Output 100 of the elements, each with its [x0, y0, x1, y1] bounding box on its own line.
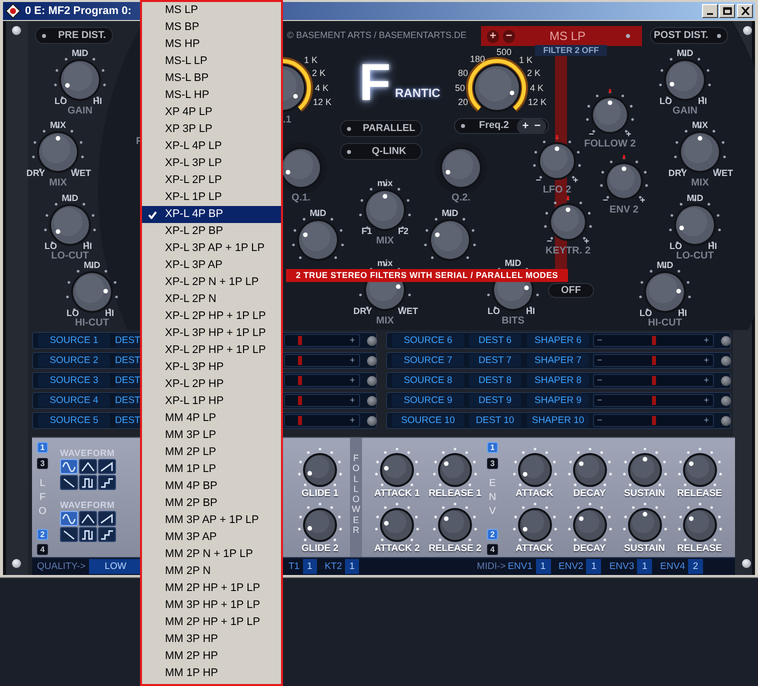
q-link-button[interactable]: Q-LINK — [340, 143, 422, 160]
mod-amount-slider[interactable]: + — [284, 334, 360, 347]
source-selector[interactable]: SOURCE 7 — [392, 354, 464, 367]
shaper-selector[interactable]: SHAPER 7 — [527, 354, 589, 367]
menu-item[interactable]: MM 3P LP — [142, 427, 281, 444]
waveform-button[interactable] — [98, 511, 116, 526]
menu-item[interactable]: XP-L 4P LP — [142, 138, 281, 155]
minus-button[interactable]: − — [533, 120, 542, 132]
destination-selector[interactable]: DEST — [115, 334, 141, 347]
slider-thumb[interactable] — [298, 376, 302, 385]
menu-item[interactable]: MM 2P HP + 1P LP — [142, 580, 281, 597]
destination-selector[interactable]: DEST 10 — [469, 414, 521, 427]
envelope-value[interactable]: 1 — [536, 559, 551, 574]
envelope-value[interactable]: 2 — [688, 559, 703, 574]
destination-selector[interactable]: DEST — [115, 374, 141, 387]
envelope-value[interactable]: 1 — [586, 559, 602, 574]
keytrack-value[interactable]: 1 — [345, 559, 360, 574]
menu-item[interactable]: MM 3P HP + 1P LP — [142, 597, 281, 614]
destination-selector[interactable]: DEST 8 — [469, 374, 521, 387]
waveform-button[interactable] — [98, 459, 116, 474]
slider-thumb[interactable] — [652, 336, 656, 345]
menu-item[interactable]: MS-L LP — [142, 53, 281, 70]
destination-selector[interactable]: DEST 9 — [469, 394, 521, 407]
waveform-button[interactable] — [79, 511, 97, 526]
source-selector[interactable]: SOURCE 10 — [392, 414, 464, 427]
waveform-button[interactable] — [79, 459, 97, 474]
mode-button[interactable]: 3 — [487, 458, 498, 469]
menu-item[interactable]: XP-L 1P HP — [142, 393, 281, 410]
off-button[interactable]: OFF — [548, 283, 594, 298]
mod-amount-slider[interactable]: + — [284, 354, 360, 367]
menu-item[interactable]: MM 1P LP — [142, 461, 281, 478]
menu-item[interactable]: MM 3P AP + 1P LP — [142, 512, 281, 529]
plus-button[interactable]: + — [521, 120, 530, 132]
plus-button[interactable]: + — [487, 30, 499, 42]
waveform-button[interactable] — [60, 527, 78, 542]
menu-item[interactable]: XP-L 2P HP — [142, 376, 281, 393]
slider-thumb[interactable] — [652, 376, 656, 385]
waveform-button[interactable] — [98, 527, 116, 542]
keytrack-value[interactable]: 1 — [302, 559, 317, 574]
menu-item[interactable]: MM 1P HP — [142, 665, 281, 682]
menu-item[interactable]: MS-L BP — [142, 70, 281, 87]
slider-thumb[interactable] — [298, 356, 302, 365]
destination-selector[interactable]: DEST 6 — [469, 334, 521, 347]
destination-selector[interactable]: DEST — [115, 414, 141, 427]
parallel-button[interactable]: PARALLEL — [340, 120, 422, 137]
close-button[interactable] — [737, 4, 753, 18]
mod-amount-slider[interactable]: − + — [593, 414, 714, 427]
shaper-selector[interactable]: SHAPER 9 — [527, 394, 589, 407]
menu-item[interactable]: MS HP — [142, 36, 281, 53]
menu-item[interactable]: XP-L 3P AP — [142, 257, 281, 274]
mode-button[interactable]: 3 — [37, 458, 48, 469]
freq-field[interactable]: Freq.2 + − — [454, 118, 549, 134]
menu-item[interactable]: MM 2P HP — [142, 648, 281, 665]
menu-item[interactable]: MS-L HP — [142, 87, 281, 104]
app-icon[interactable] — [5, 3, 21, 19]
menu-item[interactable]: MM 3P AP — [142, 529, 281, 546]
source-selector[interactable]: SOURCE 8 — [392, 374, 464, 387]
menu-item[interactable]: XP 4P LP — [142, 104, 281, 121]
menu-item[interactable]: XP-L 3P AP + 1P LP — [142, 240, 281, 257]
mod-amount-slider[interactable]: + — [284, 374, 360, 387]
mode-button[interactable]: 2 — [487, 529, 498, 540]
waveform-button[interactable] — [98, 475, 116, 490]
menu-item[interactable]: XP-L 3P LP — [142, 155, 281, 172]
menu-item[interactable]: MM 4P LP — [142, 410, 281, 427]
mode-button[interactable]: 4 — [37, 544, 48, 555]
menu-item[interactable]: XP-L 2P HP + 1P LP — [142, 308, 281, 325]
shaper-selector[interactable]: SHAPER 6 — [527, 334, 589, 347]
slider-thumb[interactable] — [652, 356, 656, 365]
slider-thumb[interactable] — [652, 396, 656, 405]
menu-item[interactable]: XP-L 2P BP — [142, 223, 281, 240]
menu-item[interactable]: XP-L 2P N — [142, 291, 281, 308]
source-selector[interactable]: SOURCE 3 — [38, 374, 110, 387]
source-selector[interactable]: SOURCE 2 — [38, 354, 110, 367]
maximize-button[interactable] — [719, 4, 735, 18]
mode-button[interactable]: 4 — [487, 544, 498, 555]
menu-item[interactable]: MM 2P N — [142, 563, 281, 580]
slider-thumb[interactable] — [298, 396, 302, 405]
menu-item[interactable]: XP-L 2P LP — [142, 172, 281, 189]
source-selector[interactable]: SOURCE 4 — [38, 394, 110, 407]
source-selector[interactable]: SOURCE 9 — [392, 394, 464, 407]
mode-button[interactable]: 1 — [487, 442, 498, 453]
menu-item[interactable]: XP-L 2P HP + 1P LP — [142, 342, 281, 359]
menu-item[interactable]: MM 2P BP — [142, 495, 281, 512]
source-selector[interactable]: SOURCE 6 — [392, 334, 464, 347]
mode-button[interactable]: 1 — [37, 442, 48, 453]
filter-type-selector[interactable]: + − MS LP — [481, 26, 642, 46]
destination-selector[interactable]: DEST 7 — [469, 354, 521, 367]
menu-item[interactable]: MS LP — [142, 2, 281, 19]
menu-item[interactable]: XP-L 1P LP — [142, 189, 281, 206]
shaper-selector[interactable]: SHAPER 10 — [527, 414, 589, 427]
quality-selector[interactable]: LOW — [88, 559, 142, 574]
mode-button[interactable]: 2 — [37, 529, 48, 540]
menu-item[interactable]: MS BP — [142, 19, 281, 36]
menu-item[interactable]: MM 4P BP — [142, 478, 281, 495]
destination-selector[interactable]: DEST — [115, 354, 141, 367]
mod-amount-slider[interactable]: − + — [593, 334, 714, 347]
source-selector[interactable]: SOURCE 5 — [38, 414, 110, 427]
menu-item[interactable]: XP-L 4P BP — [142, 206, 281, 223]
mod-amount-slider[interactable]: + — [284, 414, 360, 427]
source-selector[interactable]: SOURCE 1 — [38, 334, 110, 347]
